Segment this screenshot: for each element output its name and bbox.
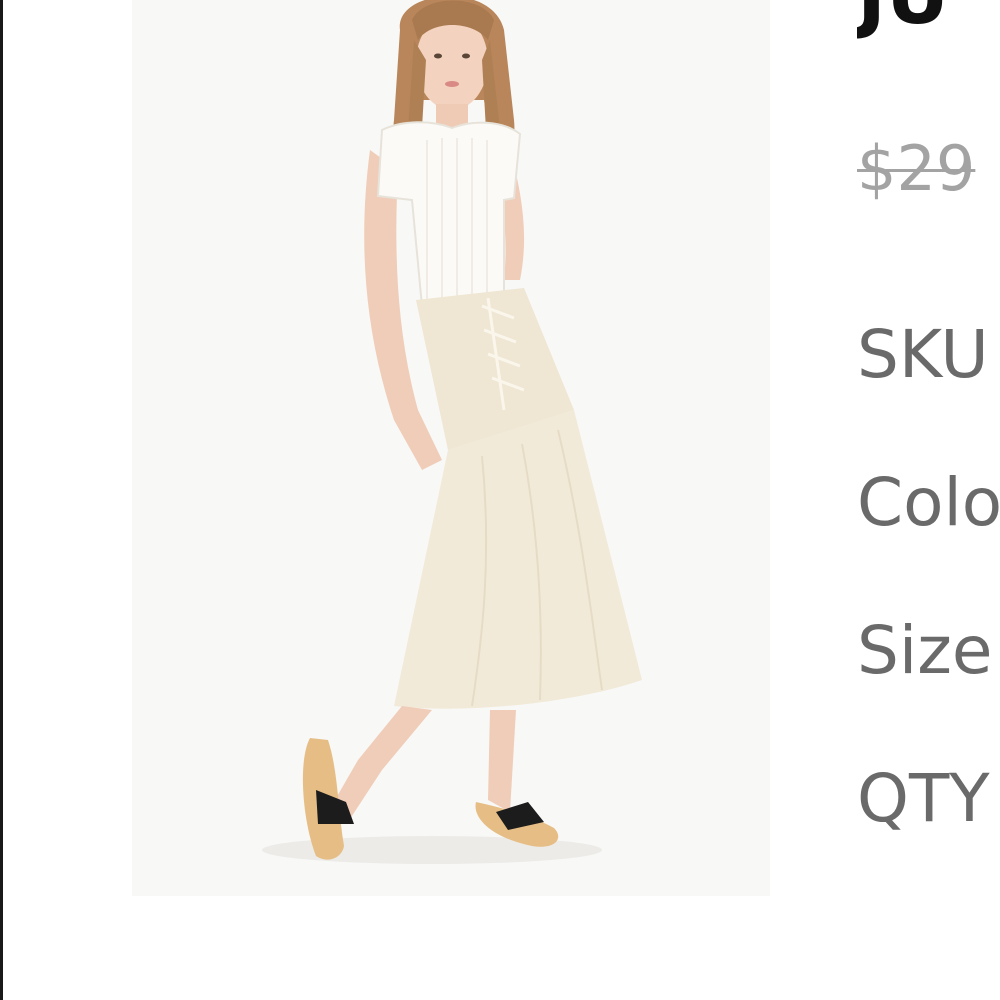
color-label: Colo: [857, 464, 1000, 541]
product-image[interactable]: [132, 0, 770, 896]
sku-label: SKU: [857, 316, 989, 393]
product-photo: [132, 0, 770, 896]
product-page: JU $29 SKU Colo Size QTY: [0, 0, 1000, 1000]
original-price: $29: [857, 132, 976, 205]
left-edge-divider: [0, 0, 3, 1000]
product-title: JU: [857, 0, 949, 36]
qty-label: QTY: [857, 760, 990, 837]
size-label: Size: [857, 612, 993, 689]
product-details-panel: JU $29 SKU Colo Size QTY: [857, 0, 1000, 1000]
